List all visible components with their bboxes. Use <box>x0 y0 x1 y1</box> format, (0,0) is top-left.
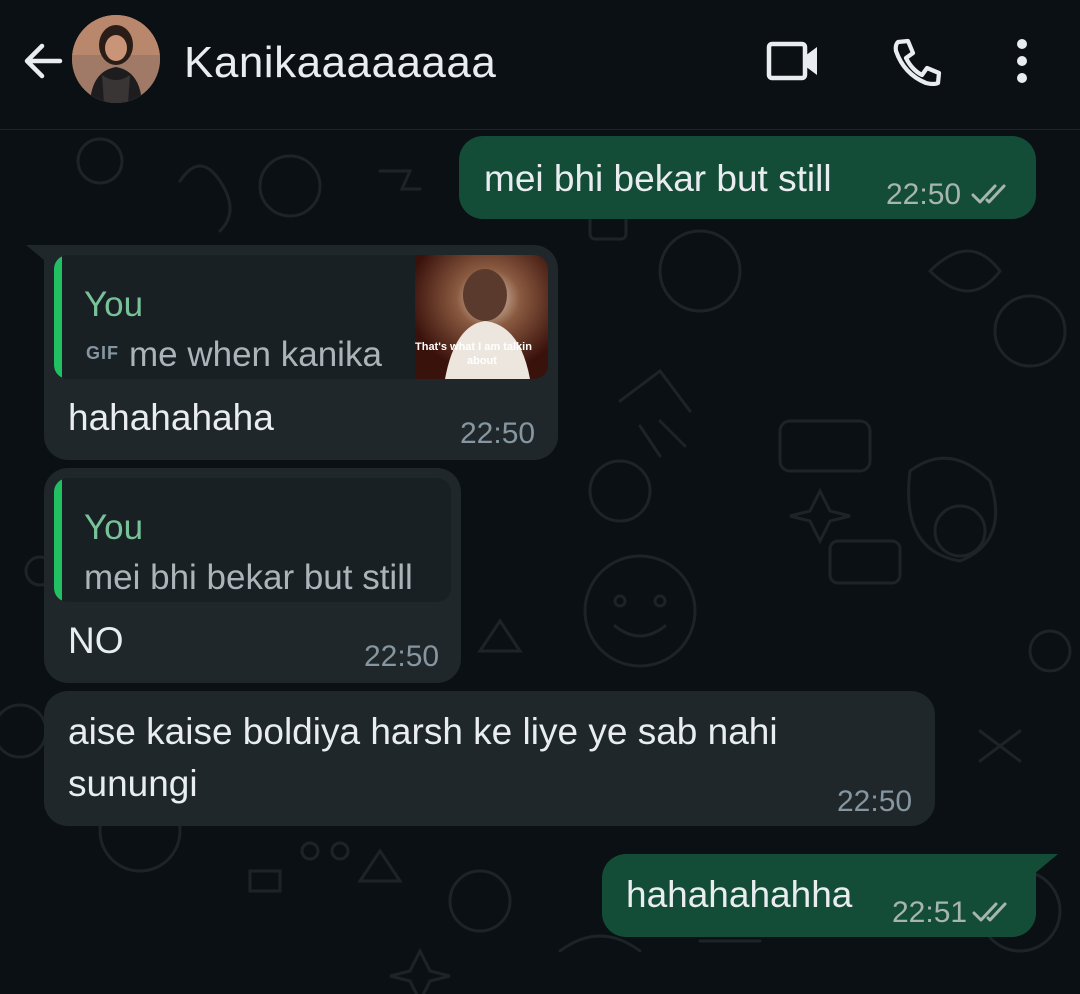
gif-thumbnail: That's what I am talkin about <box>415 255 548 379</box>
contact-avatar[interactable] <box>72 15 160 103</box>
back-arrow-icon[interactable] <box>20 38 66 84</box>
phone-call-icon[interactable] <box>890 36 946 86</box>
contact-name[interactable]: Kanikaaaaaaaa <box>184 38 496 88</box>
message-bubble-incoming[interactable]: aise kaise boldiya harsh ke liye ye sab … <box>44 691 935 826</box>
message-text-line: sunungi <box>68 763 198 804</box>
message-time: 22:50 <box>364 640 440 673</box>
gif-icon: GIF <box>86 343 119 363</box>
double-check-icon <box>972 902 1007 922</box>
quote-author: You <box>84 285 144 324</box>
video-call-icon[interactable] <box>765 36 821 86</box>
quoted-message[interactable]: You mei bhi bekar but still <box>54 478 451 602</box>
message-text: NO <box>68 620 124 661</box>
more-options-icon[interactable] <box>1000 36 1044 86</box>
gif-caption: about <box>467 355 497 367</box>
quote-accent-bar <box>54 255 62 379</box>
message-text: hahahahaha <box>68 397 274 438</box>
gif-caption: That's what I am talkin <box>415 341 532 353</box>
quote-author: You <box>84 508 144 547</box>
message-bubble-outgoing[interactable]: hahahahahha 22:51 <box>602 854 1036 937</box>
message-time: 22:51 <box>892 896 968 929</box>
message-bubble-incoming[interactable]: You mei bhi bekar but still NO 22:50 <box>44 468 461 683</box>
message-bubble-outgoing[interactable]: mei bhi bekar but still 22:50 <box>459 136 1036 219</box>
chat-area[interactable]: mei bhi bekar but still 22:50 You GIF me… <box>0 131 1080 994</box>
message-time: 22:50 <box>886 178 962 211</box>
quote-text: me when kanika <box>129 335 382 374</box>
message-bubble-incoming[interactable]: You GIF me when kanika That's what I am … <box>44 245 558 460</box>
quoted-message[interactable]: You GIF me when kanika That's what I am … <box>54 255 548 379</box>
quote-accent-bar <box>54 478 62 602</box>
message-text: hahahahahha <box>626 874 853 915</box>
bubble-tail <box>1034 854 1058 874</box>
message-text-line: aise kaise boldiya harsh ke liye ye sab … <box>68 711 778 752</box>
message-text: mei bhi bekar but still <box>484 158 832 199</box>
message-time: 22:50 <box>837 785 913 818</box>
quote-text: mei bhi bekar but still <box>84 558 413 597</box>
double-check-icon <box>971 184 1006 204</box>
message-time: 22:50 <box>460 417 536 450</box>
chat-header: Kanikaaaaaaaa <box>0 0 1080 130</box>
